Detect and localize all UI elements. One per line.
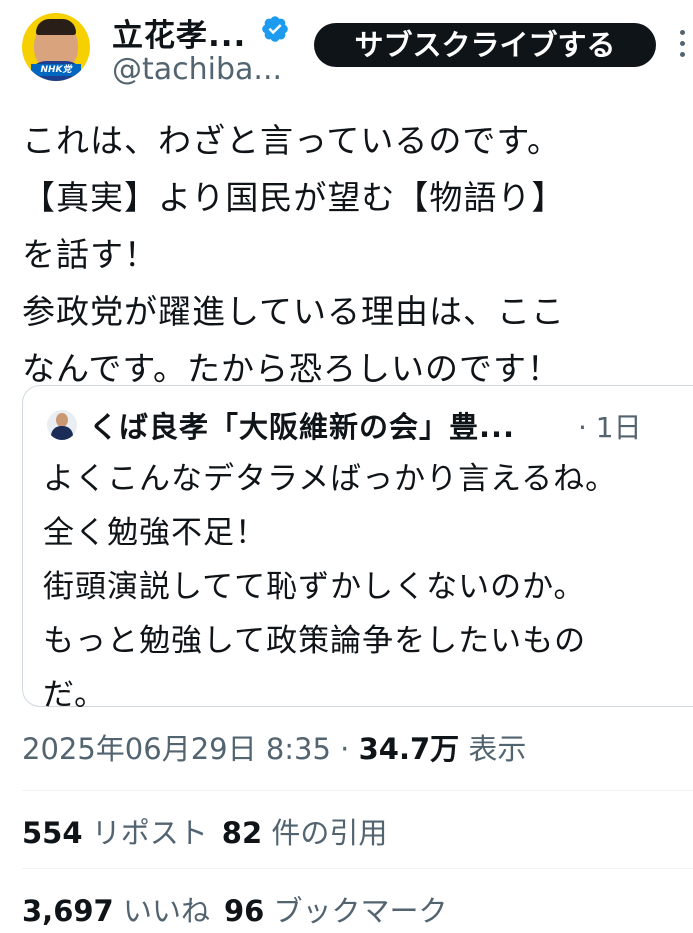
like-label: いいね bbox=[113, 894, 210, 928]
tweet-line: これは、わざと言っているのです。 bbox=[22, 121, 562, 160]
repost-stat[interactable]: 554 リポスト bbox=[22, 816, 208, 850]
tweet-meta: 2025年06月29日 8:35 · 34.7万 表示 bbox=[22, 726, 526, 768]
tweet-line: を話す！ bbox=[22, 235, 158, 274]
more-options-icon[interactable] bbox=[672, 24, 692, 68]
engagement-row-reposts: 554 リポスト 82 件の引用 bbox=[22, 810, 387, 852]
quoted-line: 街頭演説してて恥ずかしくないのか。 bbox=[43, 569, 586, 605]
divider bbox=[22, 790, 693, 791]
quoted-tweet-text: よくこんなデタラメばっかり言えるね。 全く勉強不足！ 街頭演説してて恥ずかしくな… bbox=[43, 452, 693, 722]
author-handle[interactable]: @tachiba... bbox=[112, 52, 282, 87]
view-count: 34.7万 bbox=[358, 732, 460, 766]
avatar-hair bbox=[36, 19, 76, 35]
quoted-author-avatar bbox=[47, 410, 77, 440]
quoted-line: もっと勉強して政策論争をしたいもの bbox=[43, 623, 587, 659]
engagement-row-likes: 3,697 いいね 96 ブックマーク bbox=[22, 888, 448, 930]
tweet-text: これは、わざと言っているのです。 【真実】より国民が望む【物語り】 を話す！ 参… bbox=[22, 112, 682, 397]
like-count: 3,697 bbox=[22, 894, 114, 928]
repost-count: 554 bbox=[22, 816, 83, 850]
quoted-author-name: くば良孝「大阪維新の会」豊... bbox=[89, 410, 516, 444]
quoted-timestamp: · 1日 bbox=[578, 411, 642, 444]
subscribe-button[interactable]: サブスクライブする bbox=[314, 23, 656, 67]
tweet-timestamp[interactable]: 2025年06月29日 8:35 · bbox=[22, 732, 359, 766]
quoted-line: だ。 bbox=[43, 677, 107, 713]
like-stat[interactable]: 3,697 いいね bbox=[22, 894, 210, 928]
views-label: 表示 bbox=[459, 732, 527, 766]
quote-count: 82 bbox=[221, 816, 263, 850]
tweet-line: 【真実】より国民が望む【物語り】 bbox=[22, 178, 566, 217]
quoted-line: よくこんなデタラメばっかり言えるね。 bbox=[43, 461, 618, 497]
bookmark-stat[interactable]: 96 ブックマーク bbox=[224, 894, 448, 928]
repost-label: リポスト bbox=[82, 816, 208, 850]
author-display-name[interactable]: 立花孝... bbox=[112, 10, 246, 55]
avatar-badge: NHK党 bbox=[31, 64, 81, 76]
quoted-line: 全く勉強不足！ bbox=[43, 515, 267, 551]
verified-badge-icon bbox=[262, 16, 288, 42]
quote-stat[interactable]: 82 件の引用 bbox=[222, 816, 388, 850]
bookmark-label: ブックマーク bbox=[264, 894, 448, 928]
tweet-line: 参政党が躍進している理由は、ここ bbox=[22, 292, 566, 331]
divider bbox=[22, 868, 693, 869]
quote-label: 件の引用 bbox=[262, 816, 388, 850]
quoted-tweet-card[interactable]: くば良孝「大阪維新の会」豊... · 1日 よくこんなデタラメばっかり言えるね。… bbox=[22, 385, 693, 713]
bookmark-count: 96 bbox=[223, 894, 265, 928]
author-avatar[interactable]: NHK党 bbox=[22, 13, 90, 81]
